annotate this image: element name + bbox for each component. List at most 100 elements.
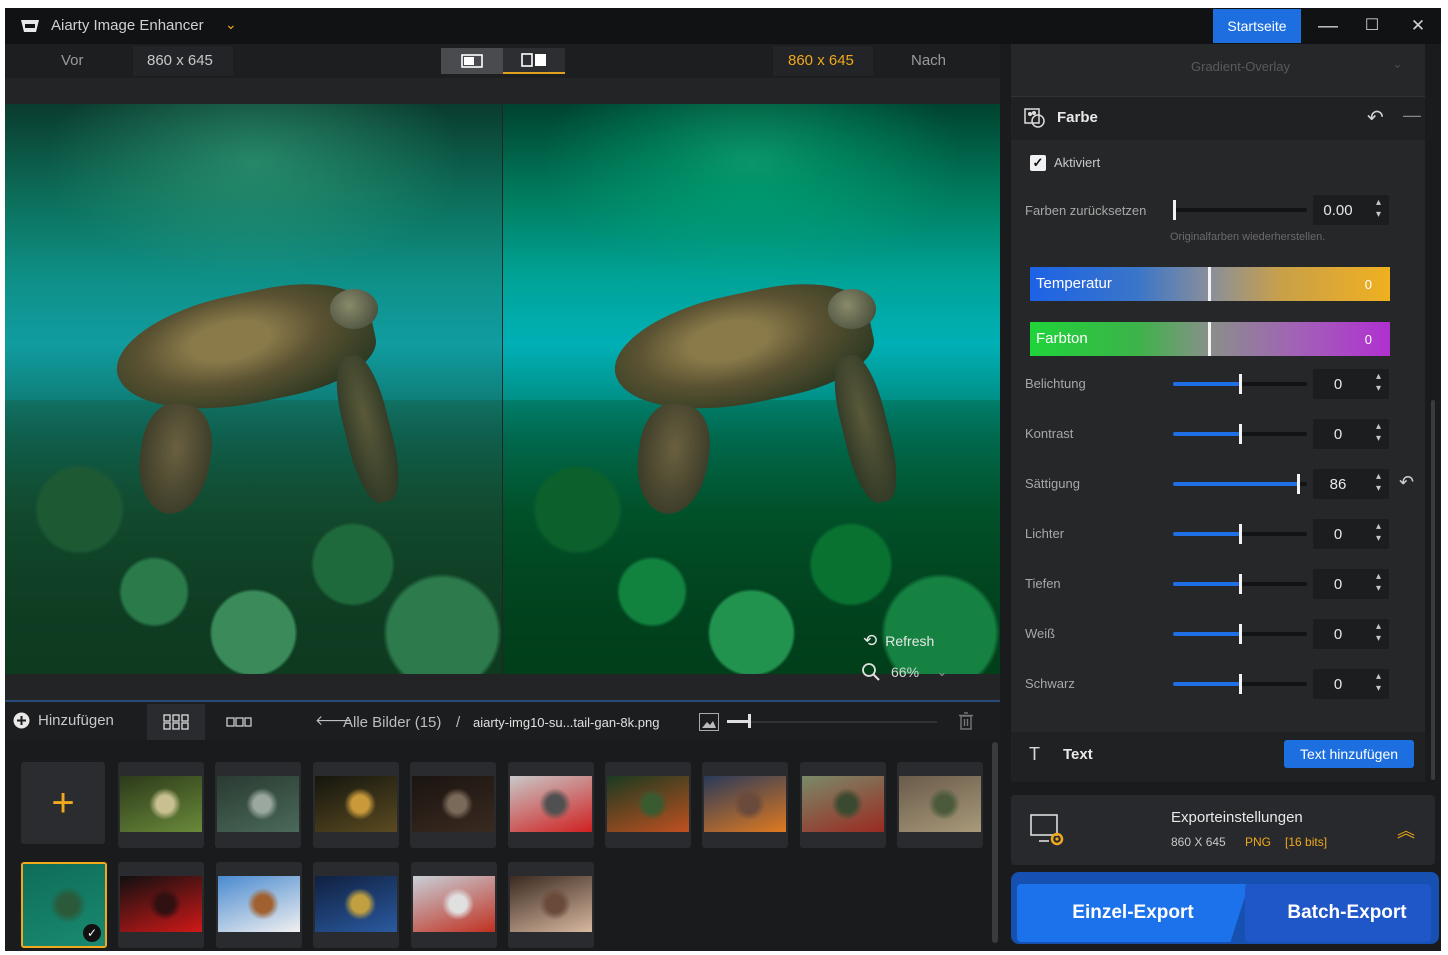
plus-icon: + <box>51 780 75 825</box>
before-image[interactable] <box>5 104 502 674</box>
trash-icon[interactable] <box>958 712 974 730</box>
thumb-red-rose[interactable] <box>118 862 204 948</box>
add-text-button[interactable]: Text hinzufügen <box>1284 740 1414 768</box>
panel-scrollbar[interactable] <box>1431 400 1435 780</box>
slider-handle[interactable] <box>1208 322 1211 356</box>
slider-handle[interactable] <box>1208 267 1211 301</box>
spinner-icon[interactable]: ▴ ▾ <box>1376 371 1381 395</box>
spinner-icon[interactable]: ▴ ▾ <box>1376 671 1381 695</box>
filmstrip-scrollbar[interactable] <box>992 742 998 943</box>
slider-value-input[interactable]: 0 ▴ ▾ <box>1313 669 1389 699</box>
spinner-icon[interactable]: ▴ ▾ <box>1376 621 1381 645</box>
spinner-icon[interactable]: ▴ ▾ <box>1376 197 1381 221</box>
thumb-white-house[interactable] <box>216 862 302 948</box>
thumb-heron[interactable] <box>215 762 301 848</box>
adjustment-slider[interactable] <box>1173 424 1307 444</box>
breadcrumb-all-images[interactable]: Alle Bilder (15) <box>343 714 441 731</box>
spinner-icon[interactable]: ▴ ▾ <box>1376 571 1381 595</box>
tint-slider[interactable]: Farbton 0 <box>1030 322 1390 356</box>
thumb-red-flowers[interactable] <box>508 762 594 848</box>
thumb-cat-blue[interactable] <box>313 862 399 948</box>
slider-value-input[interactable]: 0 ▴ ▾ <box>1313 619 1389 649</box>
reset-colors-label: Farben zurücksetzen <box>1025 203 1147 218</box>
adjustment-slider[interactable] <box>1173 524 1307 544</box>
close-button[interactable]: ✕ <box>1403 12 1433 40</box>
thumb-woman-portrait[interactable] <box>508 862 594 948</box>
after-label: Nach <box>911 52 947 69</box>
add-circle-icon <box>13 712 30 729</box>
thumb-forest-bird[interactable] <box>118 762 204 848</box>
refresh-icon: ⟲ <box>863 631 878 650</box>
add-images-button[interactable]: Hinzufügen <box>13 712 114 729</box>
temperature-value: 0 <box>1364 277 1372 292</box>
palette-icon <box>1024 108 1045 128</box>
thumb-sea-turtle[interactable]: ✓ <box>21 862 107 948</box>
slider-handle[interactable] <box>1239 374 1242 394</box>
slider-value-input[interactable]: 0 ▴ ▾ <box>1313 369 1389 399</box>
grid-view-button[interactable] <box>147 704 205 740</box>
temperature-slider[interactable]: Temperatur 0 <box>1030 267 1390 301</box>
slider-handle[interactable] <box>1239 574 1242 594</box>
app-window: Aiarty Image Enhancer ⌄ Startseite — ☐ ✕… <box>5 8 1441 951</box>
enabled-checkbox[interactable]: ✓ <box>1030 155 1046 171</box>
thumbnail-size-slider[interactable] <box>727 714 937 728</box>
adjustment-slider[interactable] <box>1173 624 1307 644</box>
slider-handle[interactable] <box>1239 424 1242 444</box>
slider-fill <box>1173 582 1240 586</box>
adjustment-slider[interactable] <box>1173 674 1307 694</box>
slider-value-input[interactable]: 0 ▴ ▾ <box>1313 519 1389 549</box>
adjustment-slider[interactable] <box>1173 574 1307 594</box>
export-settings[interactable]: Exporteinstellungen 860 X 645 PNG [16 bi… <box>1011 795 1435 865</box>
thumb-dark-room[interactable] <box>410 762 496 848</box>
single-view-button[interactable] <box>441 48 503 74</box>
double-chevron-up-icon[interactable]: ︽ <box>1397 817 1415 843</box>
text-section: T Text Text hinzufügen <box>1011 732 1425 782</box>
slider-handle[interactable] <box>1239 674 1242 694</box>
slider-value-input[interactable]: 0 ▴ ▾ <box>1313 569 1389 599</box>
breadcrumb-current-file: aiarty-img10-su...tail-gan-8k.png <box>473 715 660 730</box>
thumb-child[interactable] <box>605 762 691 848</box>
maximize-button[interactable]: ☐ <box>1357 12 1387 40</box>
filmstrip-toolbar: Hinzufügen 🡐 Alle Bilder (15) / aiarty-i… <box>5 700 1000 740</box>
add-image-tile[interactable]: + <box>21 762 105 844</box>
after-image[interactable] <box>503 104 1000 674</box>
overlay-dropdown[interactable]: Gradient-Overlay ⌄ <box>1181 52 1413 80</box>
slider-handle[interactable] <box>748 714 751 728</box>
thumb-city-night[interactable] <box>313 762 399 848</box>
add-images-label: Hinzufügen <box>38 712 114 729</box>
zoom-control[interactable]: 66% ⌄ <box>861 658 961 686</box>
slider-handle[interactable] <box>1239 524 1242 544</box>
slider-handle[interactable] <box>1239 624 1242 644</box>
undo-icon[interactable]: ↶ <box>1399 472 1414 493</box>
slider-handle[interactable] <box>1173 200 1176 220</box>
slider-value-input[interactable]: 0 ▴ ▾ <box>1313 419 1389 449</box>
refresh-button[interactable]: ⟲ Refresh <box>863 628 963 654</box>
spinner-icon[interactable]: ▴ ▾ <box>1376 421 1381 445</box>
thumb-village[interactable] <box>897 762 983 848</box>
adjustment-slider[interactable] <box>1173 474 1307 494</box>
strip-view-button[interactable] <box>215 704 263 740</box>
batch-export-button[interactable]: Batch-Export <box>1245 884 1431 942</box>
slider-handle[interactable] <box>1297 474 1300 494</box>
reset-colors-value: 0.00 <box>1323 202 1353 219</box>
thumb-red-car[interactable] <box>800 762 886 848</box>
minimize-button[interactable]: — <box>1313 12 1343 40</box>
collapse-icon[interactable]: — <box>1403 105 1421 126</box>
slider-label: Kontrast <box>1025 426 1074 441</box>
selected-check-icon: ✓ <box>83 924 101 942</box>
slider-value-input[interactable]: 86 ▴ ▾ <box>1313 469 1389 499</box>
thumb-red-train[interactable] <box>411 862 497 948</box>
reset-colors-slider[interactable] <box>1173 200 1307 220</box>
split-view-button[interactable] <box>503 48 565 74</box>
adjustment-slider[interactable] <box>1173 374 1307 394</box>
reset-colors-input[interactable]: 0.00 ▴ ▾ <box>1313 195 1389 225</box>
chevron-down-icon[interactable]: ⌄ <box>225 16 237 33</box>
home-button[interactable]: Startseite <box>1213 9 1301 43</box>
undo-icon[interactable]: ↶ <box>1367 105 1384 130</box>
spinner-icon[interactable]: ▴ ▾ <box>1376 471 1381 495</box>
color-section-header[interactable]: Farbe ↶ — <box>1011 96 1425 140</box>
spinner-icon[interactable]: ▴ ▾ <box>1376 521 1381 545</box>
single-export-button[interactable]: Einzel-Export <box>1017 884 1249 942</box>
thumb-sunset-lake[interactable] <box>702 762 788 848</box>
thumbnail-image <box>217 776 299 832</box>
